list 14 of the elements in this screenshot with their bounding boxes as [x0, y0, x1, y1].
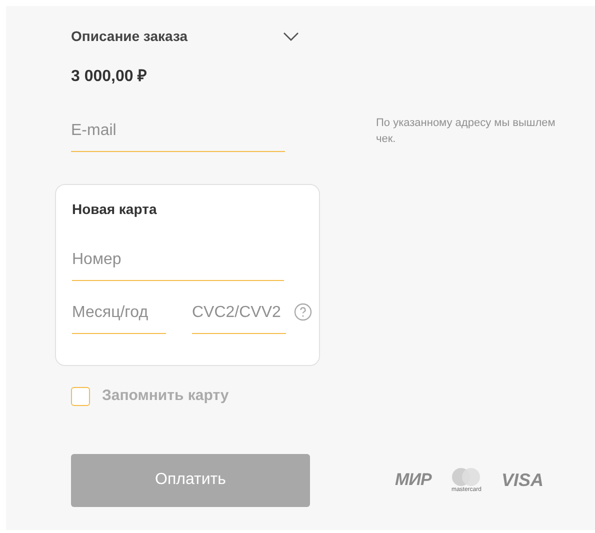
- remember-label: Запомнить карту: [102, 386, 229, 406]
- card-number-field[interactable]: Номер: [72, 248, 284, 281]
- order-amount: 3 000,00 ₽: [70, 67, 148, 87]
- expiry-field[interactable]: Месяц/год: [72, 301, 166, 334]
- email-field[interactable]: E-mail: [71, 119, 285, 152]
- mir-logo: МИР: [395, 469, 432, 492]
- order-title: Описание заказа: [71, 27, 188, 46]
- visa-logo: VISA: [501, 468, 544, 492]
- chevron-icon[interactable]: [283, 32, 299, 42]
- email-hint: По указанному адресу мы вышлем чек.: [376, 116, 556, 147]
- remember-checkbox[interactable]: [71, 386, 90, 406]
- help-icon[interactable]: [294, 303, 312, 321]
- cvc-field[interactable]: CVC2/CVV2: [192, 301, 286, 334]
- card-title: Новая карта: [72, 200, 158, 219]
